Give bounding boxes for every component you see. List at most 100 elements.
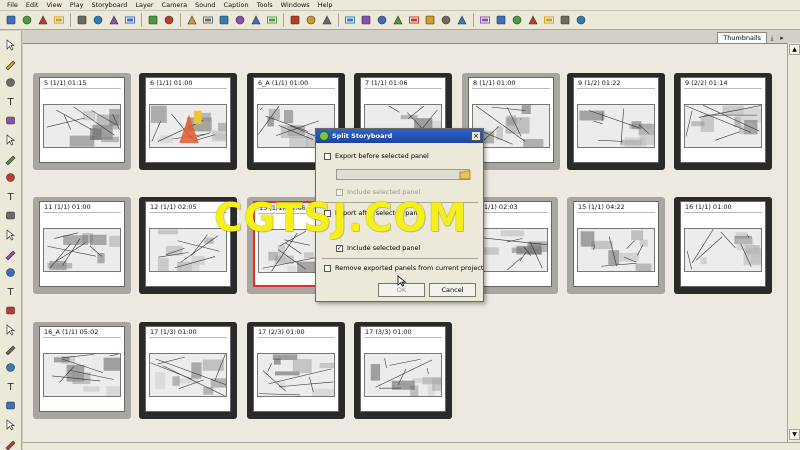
grid-icon[interactable]: [217, 13, 231, 27]
pin-icon[interactable]: ⤓: [767, 33, 777, 43]
storyboard-panel[interactable]: 16_A (1/1) 05:02: [33, 322, 131, 419]
menu-layer[interactable]: Layer: [131, 1, 157, 9]
menu-tools[interactable]: Tools: [253, 1, 277, 9]
stage-icon[interactable]: [249, 13, 263, 27]
play-icon[interactable]: [510, 13, 524, 27]
sound-icon[interactable]: [542, 13, 556, 27]
dialog-titlebar[interactable]: Split Storyboard ×: [316, 129, 483, 143]
undo-icon[interactable]: [146, 13, 160, 27]
panel-icon[interactable]: [233, 13, 247, 27]
horizontal-scrollbar[interactable]: [23, 442, 800, 450]
onion-icon[interactable]: [375, 13, 389, 27]
export-before-checkbox[interactable]: [324, 152, 331, 160]
cancel-button[interactable]: Cancel: [429, 283, 476, 297]
paintbucket-icon[interactable]: [3, 416, 19, 432]
loop-icon[interactable]: [526, 13, 540, 27]
rectangle-icon[interactable]: [3, 207, 19, 223]
menu-storyboard[interactable]: Storyboard: [87, 1, 131, 9]
storyboard-panel[interactable]: 17 (2/3) 01:00: [247, 322, 345, 419]
pencil-icon[interactable]: [407, 13, 421, 27]
reset-icon[interactable]: [320, 13, 334, 27]
storyboard-panel[interactable]: 9 (1/2) 01:22: [567, 73, 665, 170]
transform-icon[interactable]: [3, 264, 19, 280]
panel-label: 16 (1/1) 01:00: [685, 203, 732, 211]
vertical-scrollbar[interactable]: ▲ ▼: [787, 43, 800, 442]
menu-windows[interactable]: Windows: [277, 1, 314, 9]
text-icon[interactable]: [3, 112, 19, 128]
include-selected-option-2[interactable]: ✓ Include selected panel: [336, 244, 420, 252]
export-before-path-input[interactable]: [336, 169, 470, 180]
camera-icon[interactable]: [265, 13, 279, 27]
panel-label: 11 (1/1) 01:00: [44, 203, 91, 211]
pivot-icon[interactable]: [3, 302, 19, 318]
delete-icon[interactable]: [123, 13, 137, 27]
close-icon[interactable]: ×: [471, 131, 481, 141]
merge-icon[interactable]: [455, 13, 469, 27]
keyframe-icon[interactable]: [3, 340, 19, 356]
scroll-down-icon[interactable]: ▼: [789, 429, 800, 440]
cut-icon[interactable]: [75, 13, 89, 27]
print-icon[interactable]: [52, 13, 66, 27]
ellipse-icon[interactable]: [3, 226, 19, 242]
menu-view[interactable]: View: [42, 1, 65, 9]
menu-help[interactable]: Help: [314, 1, 337, 9]
eye-icon[interactable]: [359, 13, 373, 27]
first-icon[interactable]: [478, 13, 492, 27]
brush-icon[interactable]: [3, 74, 19, 90]
camera-tool-icon[interactable]: [3, 321, 19, 337]
zoom-in-icon[interactable]: [288, 13, 302, 27]
zoom-out-icon[interactable]: [304, 13, 318, 27]
thumbnails-icon[interactable]: [201, 13, 215, 27]
redo-icon[interactable]: [162, 13, 176, 27]
storyboard-panel[interactable]: 11 (1/1) 01:00: [33, 197, 131, 294]
insert-icon[interactable]: [423, 13, 437, 27]
menu-play[interactable]: Play: [66, 1, 88, 9]
zoom-tool-icon[interactable]: [3, 435, 19, 450]
storyboard-panel[interactable]: 15 (1/1) 04:22: [567, 197, 665, 294]
layer-icon[interactable]: [391, 13, 405, 27]
open-icon[interactable]: [20, 13, 34, 27]
storyboard-panel[interactable]: 6 (1/1) 01:00: [139, 73, 237, 170]
eraser-icon[interactable]: [3, 131, 19, 147]
storyboard-panel[interactable]: 17 (1/3) 01:00: [139, 322, 237, 419]
new-icon[interactable]: [4, 13, 18, 27]
morph-icon[interactable]: T: [3, 283, 19, 299]
split-icon[interactable]: [439, 13, 453, 27]
folder-browse-icon[interactable]: [459, 168, 472, 181]
include-selected-checkbox-2[interactable]: ✓: [336, 244, 343, 252]
lock-icon[interactable]: [3, 359, 19, 375]
last-icon[interactable]: [574, 13, 588, 27]
sound-tool-icon[interactable]: [3, 397, 19, 413]
next-icon[interactable]: [558, 13, 572, 27]
tab-bar: Thumbnails ⤓ ▸: [717, 31, 787, 43]
storyboard-panel[interactable]: 9 (2/2) 01:14: [674, 73, 772, 170]
paint-icon[interactable]: [3, 150, 19, 166]
copy-icon[interactable]: [91, 13, 105, 27]
hand-icon[interactable]: [3, 245, 19, 261]
menu-edit[interactable]: Edit: [22, 1, 43, 9]
menu-camera[interactable]: Camera: [158, 1, 192, 9]
remove-exported-checkbox[interactable]: [324, 264, 331, 272]
remove-exported-option[interactable]: Remove exported panels from current proj…: [324, 264, 483, 272]
menu-sound[interactable]: Sound: [191, 1, 219, 9]
prev-icon[interactable]: [494, 13, 508, 27]
tab-thumbnails[interactable]: Thumbnails: [717, 32, 767, 43]
ink-icon[interactable]: [3, 169, 19, 185]
storyboard-panel[interactable]: 16 (1/1) 01:00: [674, 197, 772, 294]
storyboard-panel[interactable]: 5 (1/1) 01:15: [33, 73, 131, 170]
pencil-icon[interactable]: T: [3, 93, 19, 109]
panel-menu-icon[interactable]: ▸: [777, 33, 787, 43]
select-icon[interactable]: [3, 36, 19, 52]
export-before-option[interactable]: Export before selected panel: [324, 152, 429, 160]
unlock-icon[interactable]: T: [3, 378, 19, 394]
scroll-up-icon[interactable]: ▲: [789, 44, 800, 55]
save-icon[interactable]: [36, 13, 50, 27]
view-icon[interactable]: [185, 13, 199, 27]
paste-icon[interactable]: [107, 13, 121, 27]
menu-file[interactable]: File: [3, 1, 22, 9]
contour-icon[interactable]: [3, 55, 19, 71]
plugin-icon[interactable]: [343, 13, 357, 27]
menu-caption[interactable]: Caption: [220, 1, 253, 9]
storyboard-panel[interactable]: 17 (3/3) 01:00: [354, 322, 452, 419]
line-icon[interactable]: T: [3, 188, 19, 204]
